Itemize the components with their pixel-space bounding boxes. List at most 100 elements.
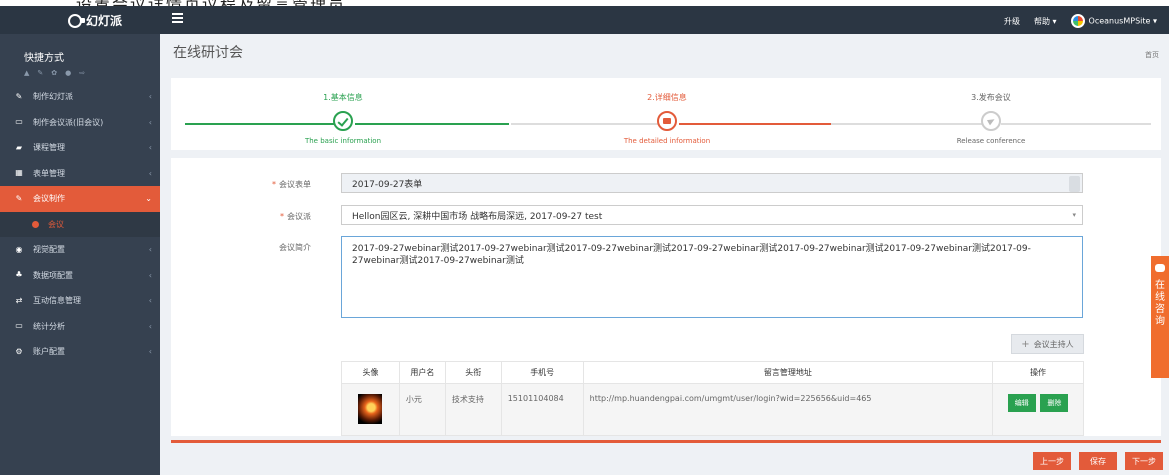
shortcuts: 快捷方式 ▲ ✎ ✿ ● ⇨ (0, 34, 160, 84)
main-content: 在线研讨会 首页 1.基本信息 The basic information 2.… (160, 34, 1169, 475)
edit-host-button[interactable]: 编辑 (1007, 394, 1036, 412)
online-consult-tab[interactable]: 在 线 咨 询 (1151, 256, 1169, 378)
step-detail-info[interactable]: 2.详细信息 The detailed information (587, 92, 747, 145)
step-basic-info[interactable]: 1.基本信息 The basic information (263, 92, 423, 145)
gears-icon: ⚙ (15, 346, 23, 356)
sidebar-menu: ✎ 制作幻灯派 ‹ ▭ 制作会议派(旧会议) ‹ ▰ 课程管理 ‹ ▦ 表单管理 ‹ ✎ 会议制作… (0, 84, 160, 365)
shortcut-icons: ▲ ✎ ✿ ● ⇨ (24, 69, 160, 77)
logo-text: 幻灯派 (86, 14, 123, 28)
book-icon: ▰ (15, 142, 23, 152)
shortcut-settings-icon[interactable]: ✿ (51, 69, 57, 77)
footer-divider (171, 440, 1161, 443)
host-title: 技术支持 (444, 383, 502, 436)
send-icon (981, 111, 1001, 131)
step-sublabel: Release conference (956, 137, 1026, 145)
footer-buttons: 上一步 保存 下一步 (1033, 452, 1163, 470)
meeting-form-value: 2017-09-27表单 (352, 179, 423, 190)
sidebar-subitem-meeting[interactable]: 会议 (0, 211, 160, 237)
app-root: 二、设置会议详情页议程及留言管理员 幻灯派 升级 帮助 ▾ OceanusMPS… (0, 0, 1169, 475)
top-header: 幻灯派 升级 帮助 ▾ OceanusMPSite ▾ (0, 6, 1169, 34)
chevron-left-icon: ‹ (148, 296, 152, 306)
meeting-group-value: Hellon园区云, 深耕中国市场 战略布局深远, 2017-09-27 tes… (352, 211, 603, 222)
host-avatar-cell (341, 383, 400, 436)
logo[interactable]: 幻灯派 (68, 12, 122, 29)
sidebar-item-make-slides[interactable]: ✎ 制作幻灯派 ‹ (0, 84, 160, 110)
col-avatar: 头像 (341, 361, 400, 384)
host-username: 小元 (398, 383, 446, 436)
meeting-group-select[interactable]: Hellon园区云, 深耕中国市场 战略布局深远, 2017-09-27 tes… (341, 205, 1083, 225)
col-title: 头衔 (444, 361, 502, 384)
page-title: 在线研讨会 (173, 45, 243, 61)
host-avatar-image (358, 394, 383, 424)
chevron-left-icon: ‹ (148, 347, 152, 357)
shortcut-logout-icon[interactable]: ⇨ (79, 69, 85, 77)
meeting-form-select[interactable]: 2017-09-27表单 (341, 173, 1083, 193)
sidebar-item-interaction[interactable]: ⇄ 互动信息管理 ‹ (0, 288, 160, 314)
shortcut-user-icon[interactable]: ● (65, 69, 71, 77)
menu-toggle-icon[interactable] (172, 13, 183, 23)
keyboard-icon (657, 111, 677, 131)
add-host-label: 会议主持人 (1033, 339, 1074, 349)
sidebar-item-label: 制作幻灯派 (33, 92, 73, 102)
sidebar-item-label: 统计分析 (33, 321, 65, 331)
plus-icon: + (1021, 338, 1030, 350)
prev-step-button[interactable]: 上一步 (1033, 452, 1071, 470)
shortcut-home-icon[interactable]: ▲ (24, 69, 29, 77)
sidebar-item-old-meeting[interactable]: ▭ 制作会议派(旧会议) ‹ (0, 110, 160, 136)
meeting-intro-textarea[interactable]: 2017-09-27webinar测试2017-09-27webinar测试20… (341, 236, 1083, 318)
col-msg-url: 留言管理地址 (582, 361, 994, 384)
steps-panel: 1.基本信息 The basic information 2.详细信息 The … (171, 78, 1161, 150)
sidebar-item-label: 视觉配置 (33, 245, 65, 255)
next-step-button[interactable]: 下一步 (1125, 452, 1163, 470)
shortcut-edit-icon[interactable]: ✎ (37, 69, 43, 77)
monitor-icon: ▭ (15, 117, 23, 127)
step-label: 2.详细信息 (647, 93, 687, 102)
upgrade-link[interactable]: 升级 (1004, 16, 1020, 27)
sidebar-item-forms[interactable]: ▦ 表单管理 ‹ (0, 161, 160, 187)
avatar (1070, 14, 1085, 28)
host-msg-url: http://mp.huandengpai.com/umgmt/user/log… (582, 383, 994, 436)
chat-tab-char: 在 (1155, 280, 1165, 291)
sidebar-item-label: 课程管理 (33, 143, 65, 153)
chat-tab-char: 咨 (1155, 304, 1165, 315)
sidebar-item-label: 制作会议派(旧会议) (33, 117, 104, 127)
check-icon (333, 111, 353, 131)
step-label: 3.发布会议 (971, 93, 1011, 102)
step-label: 1.基本信息 (323, 93, 363, 102)
sidebar-item-label: 数据项配置 (33, 270, 73, 280)
delete-host-button[interactable]: 删除 (1040, 394, 1069, 412)
table-header-row: 头像 用户名 头衔 手机号 留言管理地址 操作 (341, 361, 1084, 384)
table-icon: ▦ (15, 168, 23, 178)
sidebar: 快捷方式 ▲ ✎ ✿ ● ⇨ ✎ 制作幻灯派 ‹ ▭ 制作会议派(旧会议) ‹ ▰ 课程管… (0, 34, 160, 475)
chevron-left-icon: ‹ (148, 117, 152, 127)
save-button[interactable]: 保存 (1079, 452, 1117, 470)
header-links: 升级 帮助 ▾ OceanusMPSite ▾ (1004, 14, 1157, 28)
help-dropdown[interactable]: 帮助 ▾ (1034, 16, 1057, 27)
caret-down-icon: ▾ (1072, 211, 1076, 219)
col-actions: 操作 (992, 361, 1084, 384)
shortcuts-title: 快捷方式 (24, 53, 64, 64)
sidebar-item-label: 会议 (48, 219, 64, 229)
col-username: 用户名 (398, 361, 446, 384)
add-host-button[interactable]: + 会议主持人 (1011, 334, 1084, 354)
host-phone: 15101104084 (500, 383, 584, 436)
chevron-left-icon: ‹ (148, 143, 152, 153)
info-dot-icon (32, 220, 39, 228)
host-actions-cell: 编辑 删除 (992, 383, 1084, 436)
sitemap-icon: ♣ (15, 270, 23, 280)
chevron-left-icon: ‹ (148, 245, 152, 255)
form-label-form: * 会议表单 (272, 180, 311, 189)
site-name: OceanusMPSite ▾ (1088, 16, 1157, 26)
user-menu[interactable]: OceanusMPSite ▾ (1070, 14, 1157, 28)
sidebar-item-label: 表单管理 (33, 168, 65, 178)
sidebar-item-meeting-make[interactable]: ✎ 会议制作 ⌄ (0, 186, 160, 212)
sidebar-item-courses[interactable]: ▰ 课程管理 ‹ (0, 135, 160, 161)
sidebar-item-data-config[interactable]: ♣ 数据项配置 ‹ (0, 263, 160, 289)
sidebar-item-account[interactable]: ⚙ 账户配置 ‹ (0, 339, 160, 365)
pencil-icon: ✎ (15, 91, 23, 101)
col-phone: 手机号 (500, 361, 584, 384)
sidebar-item-stats[interactable]: ▭ 统计分析 ‹ (0, 314, 160, 340)
step-release[interactable]: 3.发布会议 Release conference (911, 92, 1071, 145)
sidebar-item-visual[interactable]: ◉ 视觉配置 ‹ (0, 237, 160, 263)
breadcrumb[interactable]: 首页 (1145, 50, 1159, 60)
